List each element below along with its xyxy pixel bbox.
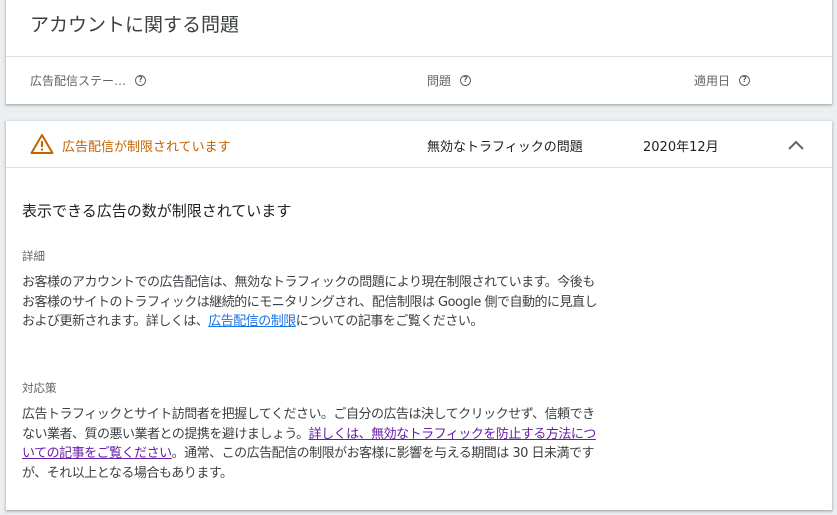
chevron-up-icon[interactable] [784, 134, 808, 158]
issue-row[interactable]: 広告配信が制限されています 無効なトラフィックの問題 2020年12月 [6, 121, 832, 168]
detail-headline: 表示できる広告の数が制限されています [22, 202, 292, 220]
column-header-issue: 問題 ? [427, 72, 472, 89]
column-header-applied-date: 適用日 ? [694, 72, 751, 89]
details-text-end: についての記事をご覧ください。 [295, 314, 484, 329]
help-icon[interactable]: ? [739, 75, 751, 86]
help-icon[interactable]: ? [460, 75, 472, 86]
action-label: 対応策 [22, 381, 57, 395]
page-title: アカウントに関する問題 [30, 14, 240, 36]
action-paragraph: 広告トラフィックとサイト訪問者を把握してください。ご自分の広告は決してクリックせ… [22, 405, 597, 483]
details-paragraph: お客様のアカウントでの広告配信は、無効なトラフィックの問題により現在制限されてい… [22, 273, 597, 332]
column-header-label: 適用日 [694, 74, 731, 88]
column-header-ad-serving-status: 広告配信ステー… ? [30, 72, 147, 89]
column-header-label: 広告配信ステー… [30, 74, 127, 88]
details-label: 詳細 [22, 249, 45, 263]
warning-icon [30, 134, 54, 154]
applied-date: 2020年12月 [643, 140, 719, 155]
issue-name: 無効なトラフィックの問題 [427, 140, 583, 155]
column-header-label: 問題 [427, 74, 452, 88]
ad-serving-status: 広告配信が制限されています [62, 140, 231, 155]
ad-serving-limits-link[interactable]: 広告配信の制限 [208, 314, 296, 329]
header-divider [6, 56, 832, 57]
help-icon[interactable]: ? [135, 75, 147, 86]
account-issues-summary-card: アカウントに関する問題 広告配信ステー… ? 問題 ? 適用日 ? [6, 0, 832, 104]
issue-detail-card: 広告配信が制限されています 無効なトラフィックの問題 2020年12月 表示でき… [6, 121, 832, 510]
